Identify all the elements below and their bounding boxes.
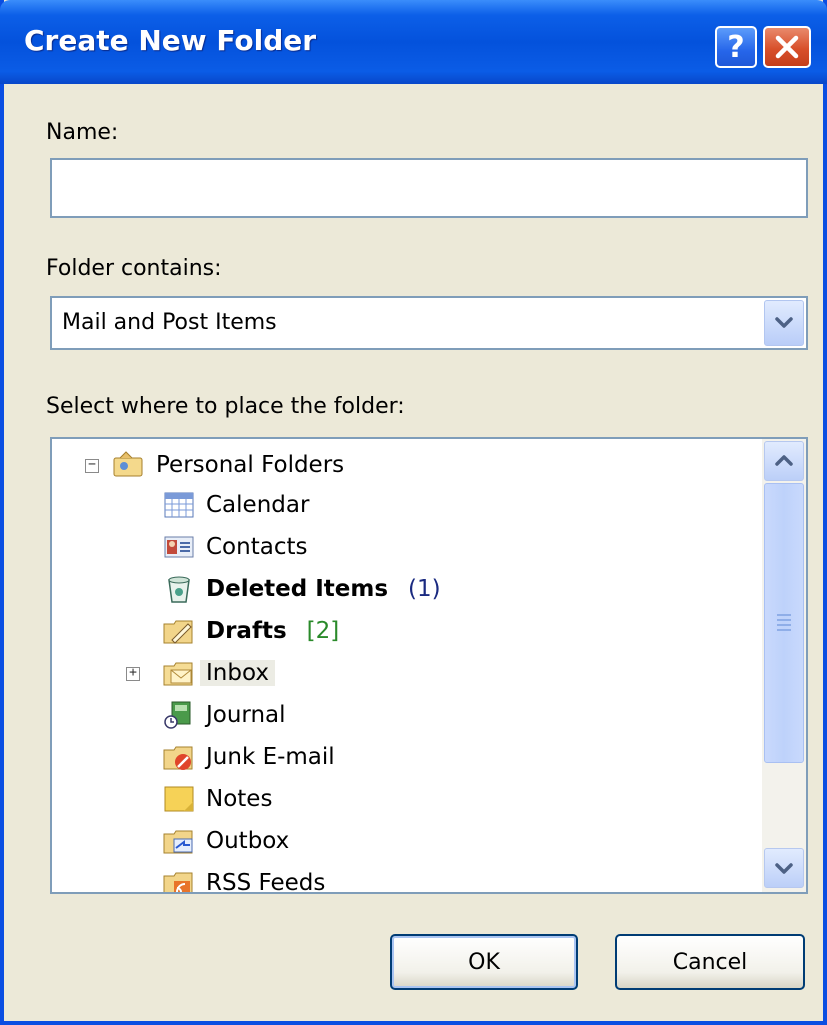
- tree-item-journal[interactable]: Journal: [162, 695, 286, 735]
- tree-root-label: Personal Folders: [156, 452, 345, 478]
- name-input[interactable]: [50, 158, 808, 218]
- tree-item-label: RSS Feeds: [206, 870, 326, 894]
- chevron-down-icon: [775, 863, 793, 874]
- folder-tree[interactable]: − Personal Folders Calendar Contacts Del…: [50, 437, 808, 894]
- tree-item-label: Journal: [206, 702, 286, 728]
- dropdown-button[interactable]: [764, 300, 804, 346]
- journal-icon: [164, 701, 191, 729]
- cancel-button[interactable]: Cancel: [615, 934, 805, 990]
- tree-item-outbox[interactable]: Outbox: [162, 821, 289, 861]
- inbox-icon: [163, 662, 193, 686]
- tree-item-contacts[interactable]: Contacts: [162, 527, 307, 567]
- help-button[interactable]: ?: [715, 26, 757, 68]
- tree-item-label: Deleted Items: [206, 576, 389, 602]
- chevron-up-icon: [775, 455, 793, 466]
- drafts-icon: [163, 620, 193, 644]
- tree-item-label: Calendar: [206, 492, 310, 518]
- outbox-icon: [163, 830, 193, 854]
- select-location-label: Select where to place the folder:: [46, 394, 405, 419]
- close-button[interactable]: [763, 26, 811, 68]
- tree-item-label: Outbox: [206, 828, 290, 854]
- collapse-icon[interactable]: −: [85, 458, 99, 473]
- tree-item-personal-folders[interactable]: Personal Folders: [112, 445, 344, 485]
- tree-item-label: Drafts: [206, 618, 287, 644]
- tree-item-label: Inbox: [200, 660, 275, 686]
- rss-feeds-icon: [163, 872, 193, 892]
- close-icon: [775, 35, 799, 59]
- contacts-icon: [164, 536, 194, 558]
- ok-button[interactable]: OK: [390, 934, 578, 990]
- chevron-down-icon: [775, 317, 793, 328]
- tree-item-inbox[interactable]: Inbox: [162, 653, 275, 693]
- junk-email-icon: [163, 746, 193, 770]
- scroll-thumb[interactable]: [764, 483, 804, 763]
- title-bar[interactable]: Create New Folder ?: [0, 0, 827, 84]
- scroll-down-button[interactable]: [764, 848, 804, 888]
- tree-item-notes[interactable]: Notes: [162, 779, 272, 819]
- unread-count: (1): [408, 576, 441, 602]
- tree-scrollbar[interactable]: [762, 439, 806, 892]
- expand-icon[interactable]: +: [126, 666, 140, 681]
- tree-item-junk-email[interactable]: Junk E-mail: [162, 737, 335, 777]
- tree-item-label: Contacts: [206, 534, 308, 560]
- folder-contains-label: Folder contains:: [46, 256, 222, 281]
- tree-item-calendar[interactable]: Calendar: [162, 485, 309, 525]
- create-new-folder-dialog: Create New Folder ? Name: Folder contain…: [0, 0, 827, 1025]
- tree-item-label: Junk E-mail: [206, 744, 335, 770]
- scroll-up-button[interactable]: [764, 441, 804, 481]
- folder-contains-value: Mail and Post Items: [62, 310, 277, 335]
- tree-item-label: Notes: [206, 786, 273, 812]
- calendar-icon: [164, 492, 194, 518]
- deleted-items-icon: [168, 576, 190, 603]
- tree-item-drafts[interactable]: Drafts [2]: [162, 611, 339, 651]
- notes-icon: [164, 786, 194, 812]
- folder-contains-select[interactable]: Mail and Post Items: [50, 296, 808, 350]
- dialog-title: Create New Folder: [24, 24, 317, 57]
- tree-item-rss-feeds[interactable]: RSS Feeds: [162, 863, 326, 894]
- personal-folders-icon: [113, 451, 143, 477]
- name-label: Name:: [46, 120, 119, 145]
- item-count: [2]: [306, 618, 340, 644]
- tree-item-deleted-items[interactable]: Deleted Items (1): [162, 569, 441, 609]
